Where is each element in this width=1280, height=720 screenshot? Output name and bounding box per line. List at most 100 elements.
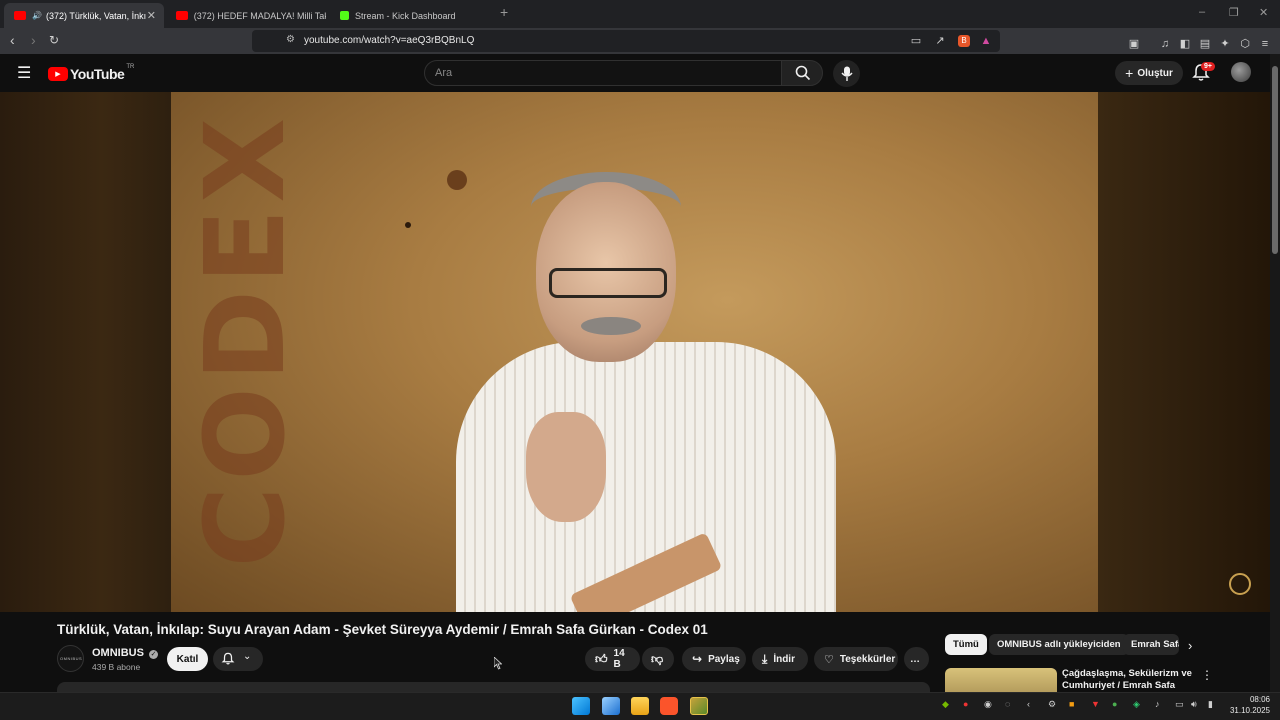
green-tray-icon[interactable]: ●: [1112, 699, 1117, 709]
thumbs-down-icon: 👎︎: [651, 651, 664, 666]
voice-search-button[interactable]: [833, 60, 860, 87]
search-icon: [795, 65, 811, 81]
presenter-mustache: [581, 317, 641, 335]
video-title: Türklük, Vatan, İnkılap: Suyu Arayan Ada…: [57, 622, 708, 637]
dislike-button[interactable]: 👎︎: [642, 647, 674, 671]
photos-app-icon[interactable]: [602, 697, 620, 715]
create-label: Oluştur: [1137, 67, 1173, 79]
account-avatar[interactable]: [1231, 62, 1251, 82]
download-button[interactable]: ⤓ İndir: [752, 647, 808, 671]
new-tab-button[interactable]: +: [500, 4, 508, 20]
tab-title: (372) HEDEF MADALYA! Milli Takımımız...: [193, 10, 326, 21]
brave-rewards-icon[interactable]: ▲: [980, 35, 992, 47]
thanks-button[interactable]: ♡ Teşekkürler: [814, 647, 898, 671]
window-close-button[interactable]: ✕: [1259, 6, 1268, 19]
channel-name-text[interactable]: OMNIBUS: [92, 647, 144, 659]
media-icon[interactable]: ♫: [1159, 38, 1171, 50]
plus-icon: +: [1125, 65, 1134, 81]
download-icon: ⤓: [762, 651, 768, 666]
chip-from-uploader[interactable]: OMNIBUS adlı yükleyiciden: [989, 634, 1129, 655]
youtube-logo-text: YouTube: [70, 66, 125, 82]
video-frame[interactable]: CODEX: [171, 92, 1098, 612]
share-button[interactable]: ↪ Paylaş: [682, 647, 746, 671]
tab-title: Stream - Kick Dashboard: [355, 10, 456, 21]
file-explorer-icon[interactable]: [631, 697, 649, 715]
volume-tray-icon[interactable]: 🔊︎: [1191, 699, 1197, 710]
region-code: TR: [126, 64, 135, 70]
browser-menu-icon[interactable]: ≡: [1259, 38, 1271, 50]
presenter-hand: [526, 412, 606, 522]
security-tray-icon[interactable]: ◈: [1133, 699, 1140, 710]
taskbar-clock[interactable]: 08:06 31.10.2025: [1228, 694, 1270, 716]
thanks-label: Teşekkürler: [839, 653, 896, 665]
chevron-down-icon: ⌄: [243, 651, 252, 662]
sidebar-icon[interactable]: ◧: [1179, 38, 1191, 50]
channel-name[interactable]: OMNIBUS ✓: [92, 647, 159, 659]
brave-shield-icon[interactable]: B: [958, 35, 970, 47]
minimize-button[interactable]: –: [1199, 6, 1205, 18]
join-button[interactable]: Katıl: [167, 647, 208, 671]
tab-youtube-2[interactable]: (372) HEDEF MADALYA! Milli Takımımız...: [166, 3, 326, 28]
recommended-video-thumbnail[interactable]: [945, 668, 1057, 692]
like-button[interactable]: 👍︎ 14 B: [585, 647, 640, 671]
game-app-icon[interactable]: [690, 697, 708, 715]
tab-close-icon[interactable]: ✕: [147, 9, 156, 22]
reader-mode-icon[interactable]: ▣: [1128, 38, 1140, 50]
microphone-icon: [840, 66, 853, 81]
notifications-badge: 9+: [1201, 62, 1215, 71]
channel-logo-text: OMNIBUS: [60, 656, 83, 661]
kick-favicon-icon: [340, 11, 349, 20]
description-box[interactable]: [57, 682, 930, 692]
chevron-right-icon[interactable]: ›: [1188, 638, 1192, 653]
recommended-video-title[interactable]: Çağdaşlaşma, Sekülerizm ve Cumhuriyet / …: [1062, 668, 1192, 690]
channel-avatar[interactable]: OMNIBUS: [57, 645, 84, 672]
back-icon[interactable]: ‹: [10, 32, 15, 48]
steam-tray-icon[interactable]: ◉: [984, 699, 992, 710]
speaker-icon: 🔊: [32, 11, 42, 20]
url-text[interactable]: youtube.com/watch?v=aeQ3rBQBnLQ: [304, 35, 474, 46]
site-info-icon[interactable]: ⚙: [286, 34, 295, 45]
chip-all[interactable]: Tümü: [945, 634, 987, 655]
more-actions-button[interactable]: …: [904, 647, 929, 671]
subscription-notifications-button[interactable]: ⌄: [213, 647, 263, 671]
reload-icon[interactable]: ↻: [49, 33, 59, 47]
recommended-more-icon[interactable]: ⋮: [1201, 668, 1213, 682]
download-label: İndir: [773, 653, 795, 665]
hamburger-menu-icon[interactable]: ☰: [17, 63, 31, 83]
create-button[interactable]: + Oluştur: [1115, 61, 1183, 85]
channel-watermark-icon[interactable]: [1229, 573, 1251, 595]
search-button[interactable]: [781, 60, 823, 86]
brave-browser-icon[interactable]: [660, 697, 678, 715]
vpn-icon[interactable]: ⬡: [1239, 38, 1251, 50]
battery-tray-icon[interactable]: ▮: [1208, 699, 1213, 710]
search-input[interactable]: Ara: [424, 60, 782, 86]
orange-tray-icon[interactable]: ■: [1069, 699, 1074, 709]
like-count: 14 B: [613, 648, 625, 670]
app-tray-icon[interactable]: ◌: [1005, 699, 1010, 709]
youtube-logo[interactable]: ▶ YouTube TR: [48, 64, 135, 82]
tab-title: (372) Türklük, Vatan, İnkılap: Suyu Aray…: [45, 10, 146, 21]
share-label: Paylaş: [708, 653, 740, 665]
video-player[interactable]: CODEX: [0, 92, 1270, 612]
tab-kick[interactable]: Stream - Kick Dashboard: [330, 3, 490, 28]
maximize-button[interactable]: ❐: [1229, 6, 1239, 19]
record-tray-icon[interactable]: ●: [963, 699, 968, 709]
tab-youtube-active[interactable]: 🔊 (372) Türklük, Vatan, İnkılap: Suyu Ar…: [4, 3, 164, 28]
forward-icon[interactable]: ›: [31, 32, 36, 48]
search-placeholder: Ara: [435, 67, 453, 79]
chip-emrah-safa[interactable]: Emrah Safa: [1123, 634, 1179, 655]
wallet-icon[interactable]: ▤: [1199, 38, 1211, 50]
page-scrollbar-thumb[interactable]: [1272, 66, 1278, 254]
chevron-tray-icon[interactable]: ‹: [1027, 699, 1030, 709]
microphone-tray-icon[interactable]: ♪: [1155, 699, 1160, 709]
settings-tray-icon[interactable]: ⚙: [1048, 699, 1056, 710]
red-tray-icon[interactable]: ▼: [1091, 699, 1100, 709]
windows-start-icon[interactable]: [572, 697, 590, 715]
share-page-icon[interactable]: ↗: [934, 35, 946, 47]
leo-ai-icon[interactable]: ✦: [1219, 38, 1231, 50]
cast-icon[interactable]: ▭: [910, 35, 922, 47]
address-bar[interactable]: ⚙ youtube.com/watch?v=aeQ3rBQBnLQ ▭ ↗ B …: [252, 30, 1000, 52]
youtube-play-icon: ▶: [48, 67, 68, 81]
nvidia-tray-icon[interactable]: ◆: [942, 699, 949, 710]
network-tray-icon[interactable]: ▭: [1175, 699, 1184, 710]
